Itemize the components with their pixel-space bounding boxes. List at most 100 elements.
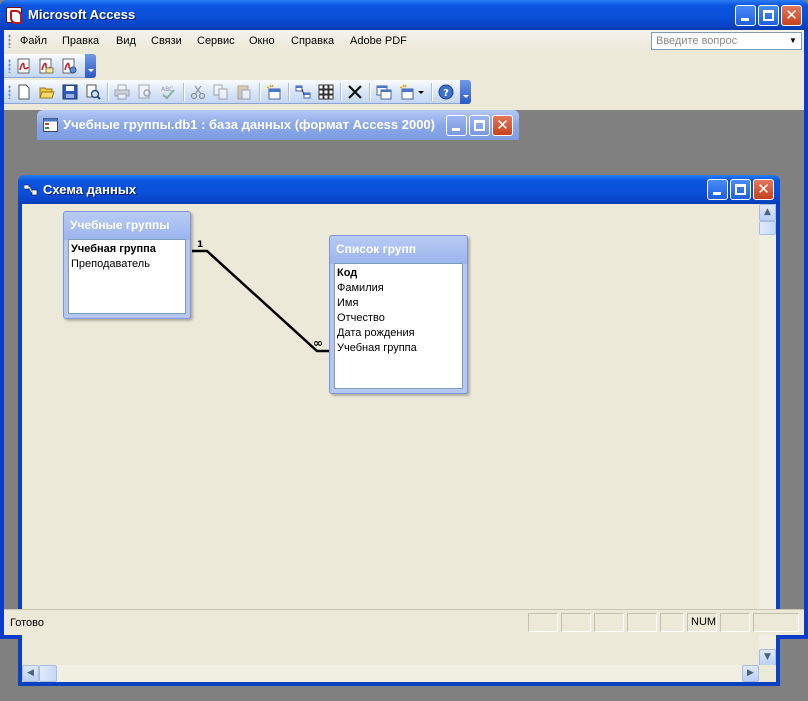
field-list-item[interactable]: Учебная группа — [337, 341, 462, 356]
status-panel — [594, 613, 624, 632]
print-icon[interactable] — [114, 84, 130, 100]
field-list-item[interactable]: Имя — [337, 296, 462, 311]
convert-and-email-pdf-icon[interactable] — [38, 58, 54, 74]
schema-maximize-button[interactable] — [730, 179, 751, 200]
cut-icon[interactable] — [190, 84, 206, 100]
maximize-button[interactable] — [758, 5, 779, 26]
status-bar: Готово NUM — [4, 609, 804, 635]
close-icon: ✕ — [496, 116, 509, 134]
help-icon[interactable]: ? — [438, 84, 454, 100]
horizontal-scrollbar[interactable]: ◀ ▶ — [22, 665, 759, 682]
field-list-item[interactable]: Фамилия — [337, 281, 462, 296]
close-button[interactable]: ✕ — [781, 5, 802, 26]
status-panel — [720, 613, 750, 632]
paste-icon[interactable] — [236, 84, 252, 100]
show-table-icon[interactable] — [266, 84, 282, 100]
new-object-icon[interactable] — [399, 84, 415, 100]
menu-view[interactable]: Вид — [116, 35, 136, 47]
relationships-toolbar: ABC ? — [4, 80, 471, 104]
status-panel — [660, 613, 684, 632]
show-direct-icon[interactable] — [295, 84, 311, 100]
table-field-list[interactable]: Код Фамилия Имя Отчество Дата рождения У… — [334, 263, 463, 389]
database-minimize-button[interactable] — [446, 115, 467, 136]
convert-to-pdf-icon[interactable] — [16, 58, 32, 74]
menu-edit[interactable]: Правка — [62, 35, 99, 47]
chevron-down-icon[interactable]: ▼ — [786, 34, 800, 48]
field-list-item[interactable]: Дата рождения — [337, 326, 462, 341]
app-window: Microsoft Access ✕ Файл Правка Вид Связи… — [0, 0, 808, 686]
database-window-icon[interactable] — [43, 118, 58, 132]
database-window-title: Учебные группы.db1 : база данных (формат… — [63, 117, 435, 132]
pdf-toolbar — [4, 54, 96, 78]
scroll-up-button[interactable]: ▲ — [759, 204, 776, 221]
vertical-scrollbar[interactable]: ▲ ▼ — [759, 204, 776, 666]
menubar-grip[interactable] — [8, 34, 11, 48]
table-box-uchebnye-gruppy[interactable]: Учебные группы Учебная группа Преподават… — [63, 211, 191, 319]
save-icon[interactable] — [62, 84, 78, 100]
spelling-icon[interactable]: ABC — [160, 84, 176, 100]
mdi-workspace: Учебные группы.db1 : база данных (формат… — [4, 110, 804, 686]
relationships-window-title: Схема данных — [43, 182, 137, 197]
horizontal-scroll-thumb[interactable] — [39, 665, 57, 682]
toolbar-separator — [431, 83, 432, 101]
delete-icon[interactable] — [347, 84, 363, 100]
access-app-icon[interactable] — [6, 7, 22, 24]
table-title[interactable]: Учебные группы — [64, 212, 190, 240]
close-icon: ✕ — [785, 6, 798, 24]
table-field-list[interactable]: Учебная группа Преподаватель — [68, 239, 186, 314]
menu-help[interactable]: Справка — [291, 35, 334, 47]
status-panel-num: NUM — [687, 613, 717, 632]
field-list-item[interactable]: Отчество — [337, 311, 462, 326]
toolbar-separator — [340, 83, 341, 101]
toolbar-options-button[interactable] — [460, 80, 471, 104]
relationships-icon[interactable] — [24, 184, 38, 196]
scroll-left-button[interactable]: ◀ — [22, 665, 39, 682]
database-maximize-button[interactable] — [469, 115, 490, 136]
toolbar-separator — [107, 83, 108, 101]
database-window-icon[interactable] — [376, 84, 392, 100]
minimize-icon — [741, 18, 749, 21]
menu-file[interactable]: Файл — [20, 35, 47, 47]
num-lock-indicator: NUM — [691, 616, 717, 628]
table-title[interactable]: Список групп — [330, 236, 467, 264]
svg-text:?: ? — [443, 88, 449, 99]
show-all-icon[interactable] — [318, 84, 334, 100]
database-window[interactable]: Учебные группы.db1 : база данных (формат… — [37, 110, 519, 144]
relationship-one-label: 1 — [197, 240, 203, 250]
schema-minimize-button[interactable] — [707, 179, 728, 200]
field-list-item[interactable]: Преподаватель — [71, 257, 185, 272]
toolbar-options-button[interactable] — [85, 54, 96, 78]
vertical-scroll-thumb[interactable] — [759, 221, 776, 235]
menu-tools[interactable]: Сервис — [197, 35, 235, 47]
chevron-down-icon[interactable] — [417, 84, 425, 100]
menu-window[interactable]: Окно — [249, 35, 275, 47]
convert-and-review-pdf-icon[interactable] — [61, 58, 77, 74]
table-box-spisok-grupp[interactable]: Список групп Код Фамилия Имя Отчество Да… — [329, 235, 468, 394]
toolbar-grip[interactable] — [8, 85, 11, 99]
minimize-icon — [713, 192, 721, 195]
file-search-icon[interactable] — [85, 84, 101, 100]
database-window-titlebar[interactable]: Учебные группы.db1 : база данных (формат… — [37, 110, 519, 140]
scroll-right-button[interactable]: ▶ — [742, 665, 759, 682]
schema-close-button[interactable]: ✕ — [753, 179, 774, 200]
open-icon[interactable] — [39, 84, 55, 100]
relationships-window-titlebar[interactable]: Схема данных ✕ — [18, 175, 780, 204]
help-question-input[interactable] — [652, 33, 786, 49]
field-list-item[interactable]: Код — [337, 266, 462, 281]
maximize-icon — [735, 184, 746, 195]
minimize-button[interactable] — [735, 5, 756, 26]
status-panel — [753, 613, 799, 632]
new-icon[interactable] — [16, 84, 32, 100]
toolbar-grip[interactable] — [8, 59, 11, 73]
menu-adobe-pdf[interactable]: Adobe PDF — [350, 35, 407, 47]
help-question-box[interactable]: ▼ — [651, 32, 802, 50]
print-preview-icon[interactable] — [137, 84, 153, 100]
database-close-button[interactable]: ✕ — [492, 115, 513, 136]
menu-relationships[interactable]: Связи — [151, 35, 182, 47]
app-titlebar[interactable]: Microsoft Access ✕ — [0, 0, 808, 30]
field-list-item[interactable]: Учебная группа — [71, 242, 185, 257]
scroll-down-button[interactable]: ▼ — [759, 649, 776, 666]
menu-bar: Файл Правка Вид Связи Сервис Окно Справк… — [4, 30, 804, 52]
toolbar-separator — [369, 83, 370, 101]
copy-icon[interactable] — [213, 84, 229, 100]
